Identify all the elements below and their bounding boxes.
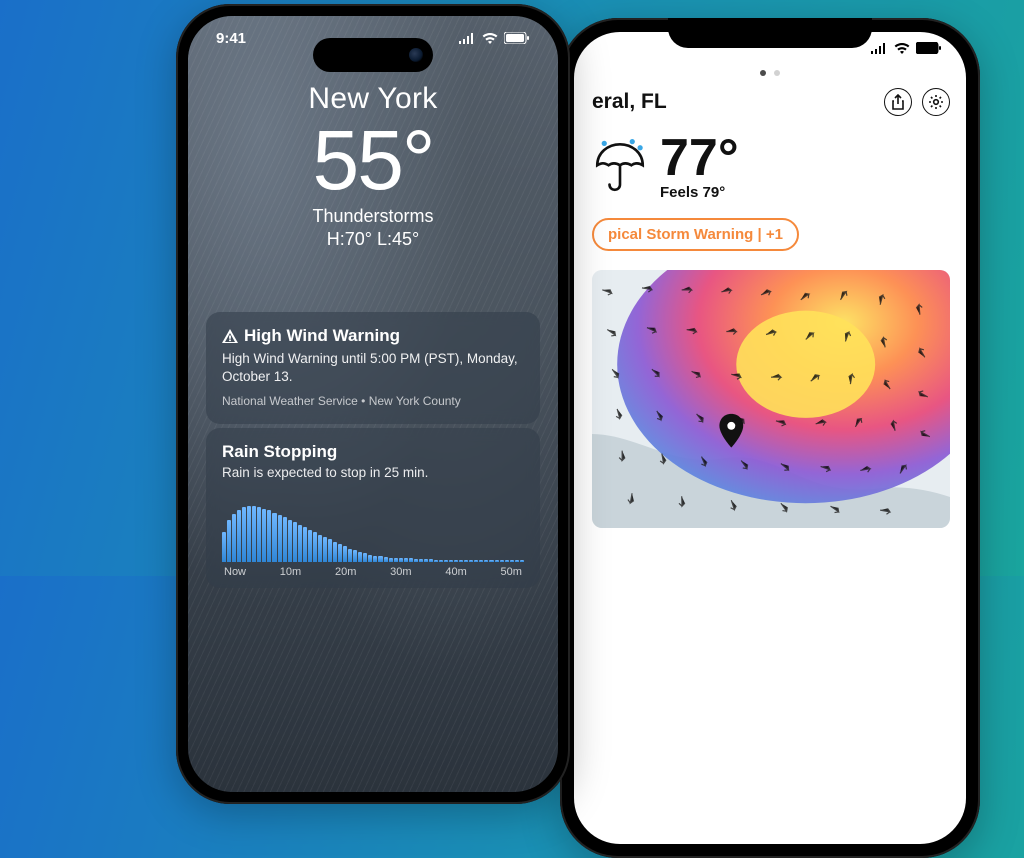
storm-warning-pill[interactable]: pical Storm Warning | +1: [592, 218, 799, 251]
phone-frame-left: 9:41 New York 55° Thunderstorms H:70° L:…: [176, 4, 570, 804]
umbrella-icon: [592, 139, 648, 195]
rain-chart: [222, 490, 524, 562]
current-temperature: 77°: [660, 132, 739, 184]
cellular-icon: [870, 43, 888, 54]
warning-icon: [222, 329, 238, 343]
settings-button[interactable]: [922, 88, 950, 116]
warning-body: High Wind Warning until 5:00 PM (PST), M…: [222, 350, 524, 386]
location-title[interactable]: eral, FL: [592, 90, 667, 114]
high-low: H:70° L:45°: [188, 229, 558, 250]
notch: [668, 18, 872, 48]
rain-chart-labels: Now10m20m30m40m50m: [222, 566, 524, 578]
page-indicator[interactable]: [760, 70, 780, 76]
rain-title: Rain Stopping: [222, 442, 524, 462]
warning-title: High Wind Warning: [244, 326, 400, 346]
rain-body: Rain is expected to stop in 25 min.: [222, 465, 524, 480]
battery-icon: [916, 42, 942, 54]
share-button[interactable]: [884, 88, 912, 116]
battery-icon: [504, 32, 530, 44]
rain-card[interactable]: Rain Stopping Rain is expected to stop i…: [206, 428, 540, 588]
wind-warning-card[interactable]: High Wind Warning High Wind Warning unti…: [206, 312, 540, 424]
dynamic-island: [313, 38, 433, 72]
wifi-icon: [894, 43, 910, 54]
wifi-icon: [482, 33, 498, 44]
temperature: 55°: [188, 118, 558, 202]
city-name[interactable]: New York: [188, 82, 558, 116]
status-time: 9:41: [216, 30, 246, 47]
warning-source: National Weather Service • New York Coun…: [222, 394, 524, 408]
phone-frame-right: eral, FL 77° Feels 79°: [560, 18, 980, 858]
cellular-icon: [458, 33, 476, 44]
condition: Thunderstorms: [188, 206, 558, 227]
radar-map[interactable]: [592, 270, 950, 528]
